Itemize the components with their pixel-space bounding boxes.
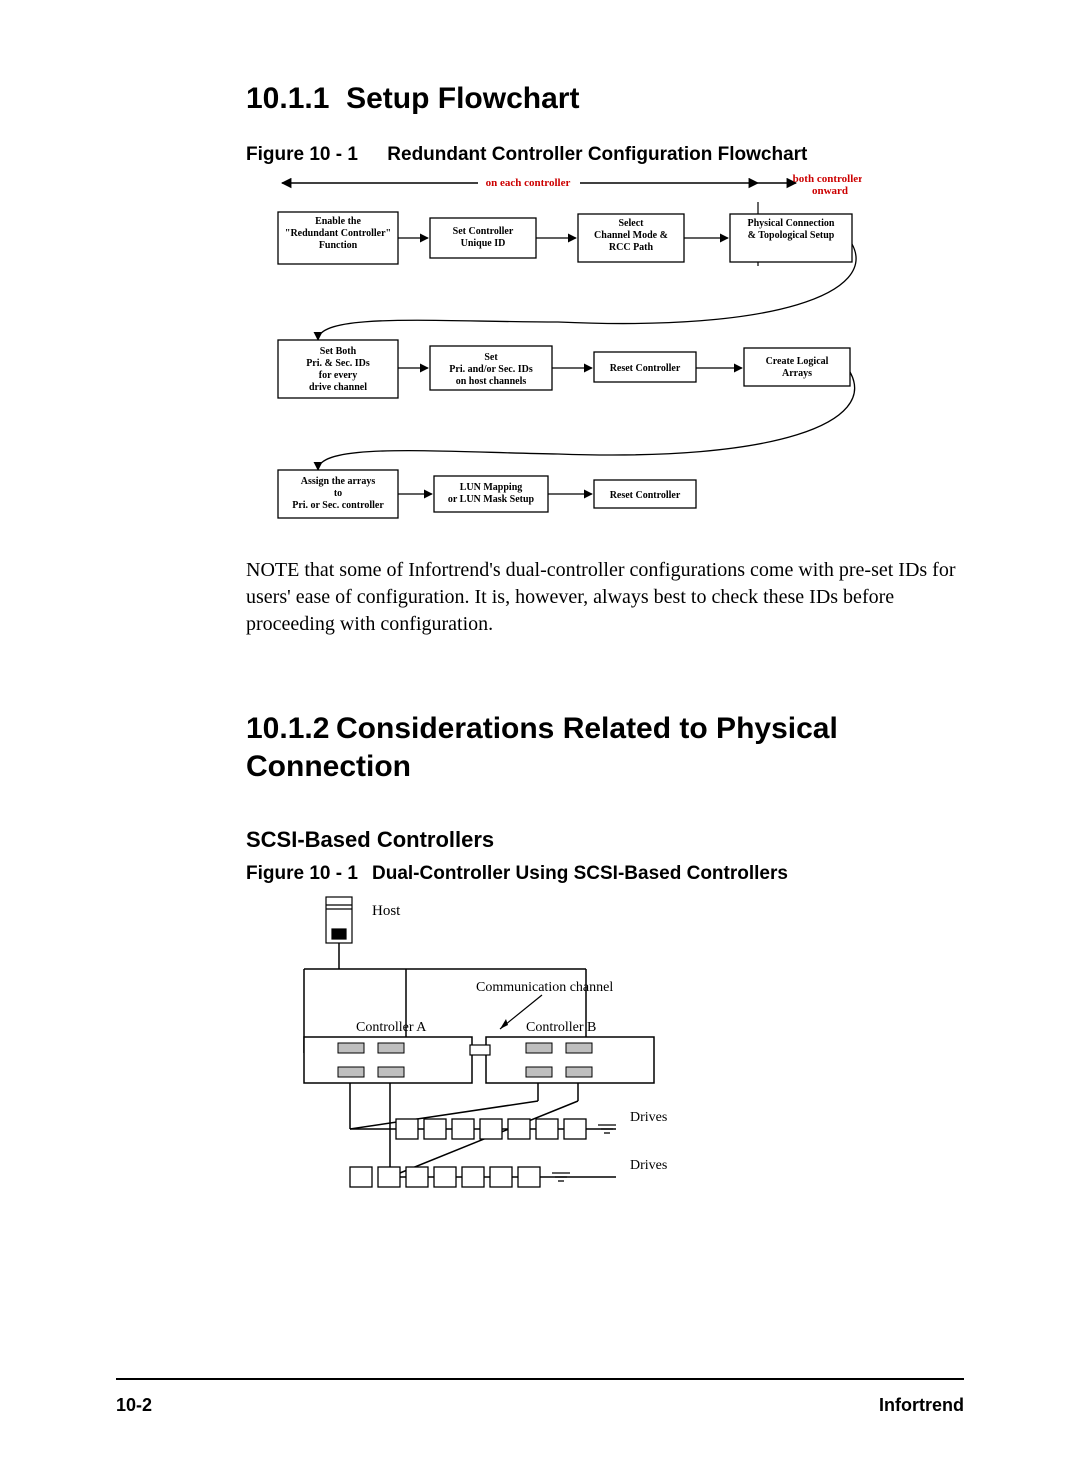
svg-text:Pri. or Sec. controller: Pri. or Sec. controller [292, 500, 384, 511]
svg-text:Reset Controller: Reset Controller [610, 490, 681, 501]
svg-text:to: to [334, 488, 342, 499]
top-right-label-1: both controllers [793, 173, 862, 185]
footer-rule [116, 1378, 964, 1380]
section-number: 10.1.1 [246, 82, 329, 115]
note-paragraph: NOTE that some of Infortrend's dual-cont… [246, 557, 964, 638]
section-title: Setup Flowchart [346, 82, 579, 115]
figure-10-1-caption: Figure 10 - 1 Redundant Controller Confi… [246, 144, 964, 166]
svg-text:drive channel: drive channel [309, 382, 367, 393]
svg-text:Function: Function [319, 240, 358, 251]
top-span-label: on each controller [486, 177, 571, 189]
dual-controller-figure: Host Communication channel Controller A … [286, 891, 686, 1206]
flowchart-figure: on each controller both controllers onwa… [258, 172, 862, 537]
svg-text:Set: Set [484, 352, 498, 363]
section-number: 10.1.2 [246, 710, 336, 748]
section-10-1-2-heading: 10.1.2Considerations Related to Physical… [246, 710, 964, 785]
svg-text:for every: for every [319, 370, 357, 381]
svg-text:RCC Path: RCC Path [609, 242, 654, 253]
svg-text:Assign the arrays: Assign the arrays [301, 476, 376, 487]
svg-text:Enable the: Enable the [315, 216, 361, 227]
figure-10-1b-caption: Figure 10 - 1Dual-Controller Using SCSI-… [246, 863, 964, 885]
svg-text:Pri. & Sec. IDs: Pri. & Sec. IDs [306, 358, 370, 369]
svg-text:Controller A: Controller A [356, 1020, 427, 1035]
subsection-heading: SCSI-Based Controllers [246, 827, 964, 853]
figure-lead: Figure 10 - 1 [246, 144, 382, 166]
svg-text:Reset Controller: Reset Controller [610, 363, 681, 374]
svg-text:Set Controller: Set Controller [453, 226, 514, 237]
svg-text:& Topological Setup: & Topological Setup [748, 230, 835, 241]
svg-text:Unique ID: Unique ID [461, 238, 506, 249]
svg-text:Arrays: Arrays [782, 368, 812, 379]
svg-text:Drives: Drives [630, 1158, 667, 1173]
svg-text:Host: Host [372, 903, 401, 919]
svg-text:Pri. and/or Sec. IDs: Pri. and/or Sec. IDs [449, 364, 533, 375]
svg-text:Communication channel: Communication channel [476, 980, 613, 995]
svg-text:Select: Select [619, 218, 645, 229]
svg-text:or LUN Mask Setup: or LUN Mask Setup [448, 494, 535, 505]
figure-title: Dual-Controller Using SCSI-Based Control… [372, 863, 788, 884]
figure-lead: Figure 10 - 1 [246, 863, 372, 885]
svg-text:"Redundant Controller": "Redundant Controller" [285, 228, 391, 239]
svg-text:Create Logical: Create Logical [766, 356, 829, 367]
brand-name: Infortrend [879, 1395, 964, 1416]
svg-text:Physical Connection: Physical Connection [748, 218, 835, 229]
top-right-label-2: onward [812, 185, 848, 197]
page-number: 10-2 [116, 1395, 152, 1416]
svg-text:Controller B: Controller B [526, 1020, 596, 1035]
svg-text:LUN Mapping: LUN Mapping [460, 482, 523, 493]
svg-text:Drives: Drives [630, 1110, 667, 1125]
svg-text:Channel Mode &: Channel Mode & [594, 230, 668, 241]
svg-text:on host channels: on host channels [456, 376, 527, 387]
svg-text:Set Both: Set Both [320, 346, 357, 357]
section-10-1-1-heading: 10.1.1 Setup Flowchart [246, 82, 964, 116]
figure-title: Redundant Controller Configuration Flowc… [387, 144, 807, 165]
